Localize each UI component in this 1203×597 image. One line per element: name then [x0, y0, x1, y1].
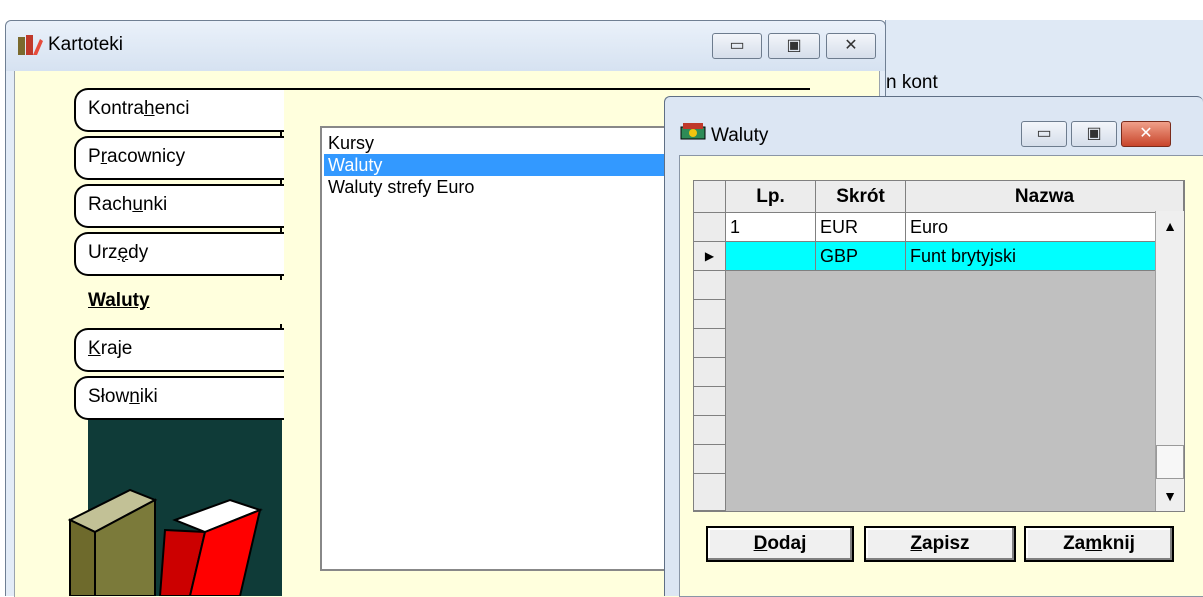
current-row-indicator-icon[interactable]: ▶: [694, 242, 726, 271]
cell-skrot[interactable]: EUR: [816, 213, 906, 242]
tab-pracownicy-label: Pracownicy: [88, 146, 186, 167]
maximize-button[interactable]: ▣: [768, 33, 820, 59]
tab-kraje-label: Kraje: [88, 338, 133, 359]
row-header[interactable]: [694, 416, 726, 445]
waluty-money-icon: [680, 123, 706, 140]
waluty-minimize-button[interactable]: ▭: [1021, 121, 1067, 147]
tab-rachunki-label: Rachunki: [88, 194, 168, 215]
close-icon: ✕: [844, 37, 858, 54]
row-header[interactable]: [694, 300, 726, 329]
scroll-up-arrow-icon[interactable]: ▲: [1156, 211, 1184, 241]
cell-lp[interactable]: 1: [726, 213, 816, 242]
kartoteki-titlebar[interactable]: Kartoteki ▭ ▣ ✕: [6, 21, 885, 71]
maximize-icon: ▣: [786, 37, 802, 54]
cell-lp[interactable]: [726, 242, 816, 271]
list-item-kursy[interactable]: Kursy: [328, 132, 374, 154]
currency-grid[interactable]: Lp. Skrót Nazwa 1 EUR Euro ▶ GBP Funt br…: [693, 180, 1185, 512]
maximize-icon: ▣: [1086, 125, 1102, 142]
books-illustration-icon: [67, 488, 263, 596]
kartoteki-title: Kartoteki: [48, 34, 123, 55]
row-header[interactable]: [694, 271, 726, 300]
minimize-icon: ▭: [1036, 125, 1052, 142]
scrollbar-thumb[interactable]: [1156, 445, 1184, 479]
tab-urzedy-label: Urzędy: [88, 242, 149, 263]
cell-nazwa[interactable]: Funt brytyjski: [906, 242, 1156, 271]
kartoteki-books-icon: [18, 35, 43, 55]
row-header[interactable]: [694, 329, 726, 358]
tab-kontrahenci-label: Kontrahenci: [88, 98, 190, 119]
cell-nazwa[interactable]: Euro: [906, 213, 1156, 242]
tab-pane-top-border: [280, 88, 810, 90]
waluty-maximize-button[interactable]: ▣: [1071, 121, 1117, 147]
row-header[interactable]: [694, 387, 726, 416]
close-button[interactable]: ✕: [826, 33, 876, 59]
tab-waluty-label: Waluty: [88, 290, 150, 311]
tab-waluty[interactable]: Waluty: [74, 280, 284, 324]
tab-pracownicy[interactable]: Pracownicy: [74, 136, 284, 180]
tab-urzedy[interactable]: Urzędy: [74, 232, 284, 276]
cell-skrot[interactable]: GBP: [816, 242, 906, 271]
minimize-icon: ▭: [729, 37, 745, 54]
close-icon: ✕: [1139, 125, 1153, 142]
row-header[interactable]: [694, 474, 726, 511]
waluty-close-button[interactable]: ✕: [1121, 121, 1171, 147]
tab-slowniki-label: Słowniki: [88, 386, 158, 407]
dodaj-button[interactable]: Dodaj: [706, 526, 854, 562]
zapisz-button[interactable]: Zapisz: [864, 526, 1016, 562]
category-listbox[interactable]: Kursy Waluty Waluty strefy Euro: [320, 126, 673, 571]
scroll-down-arrow-icon[interactable]: ▼: [1156, 481, 1184, 511]
minimize-button[interactable]: ▭: [712, 33, 762, 59]
row-header[interactable]: [694, 445, 726, 474]
waluty-title: Waluty: [711, 125, 769, 146]
zamknij-button[interactable]: Zamknij: [1024, 526, 1174, 562]
row-header[interactable]: [694, 213, 726, 242]
tab-kontrahenci[interactable]: Kontrahenci: [74, 88, 284, 132]
column-header-lp[interactable]: Lp.: [726, 181, 816, 213]
tab-rachunki[interactable]: Rachunki: [74, 184, 284, 228]
list-item-waluty-strefy-euro[interactable]: Waluty strefy Euro: [328, 176, 474, 198]
grid-corner: [694, 181, 726, 213]
column-header-nazwa[interactable]: Nazwa: [906, 181, 1184, 213]
column-header-skrot[interactable]: Skrót: [816, 181, 906, 213]
list-item-waluty[interactable]: Waluty: [324, 154, 673, 176]
background-window-title: n kont: [886, 72, 938, 93]
tab-kraje[interactable]: Kraje: [74, 328, 284, 372]
tab-slowniki[interactable]: Słowniki: [74, 376, 284, 420]
row-header[interactable]: [694, 358, 726, 387]
grid-vertical-scrollbar[interactable]: ▲ ▼: [1155, 211, 1184, 511]
